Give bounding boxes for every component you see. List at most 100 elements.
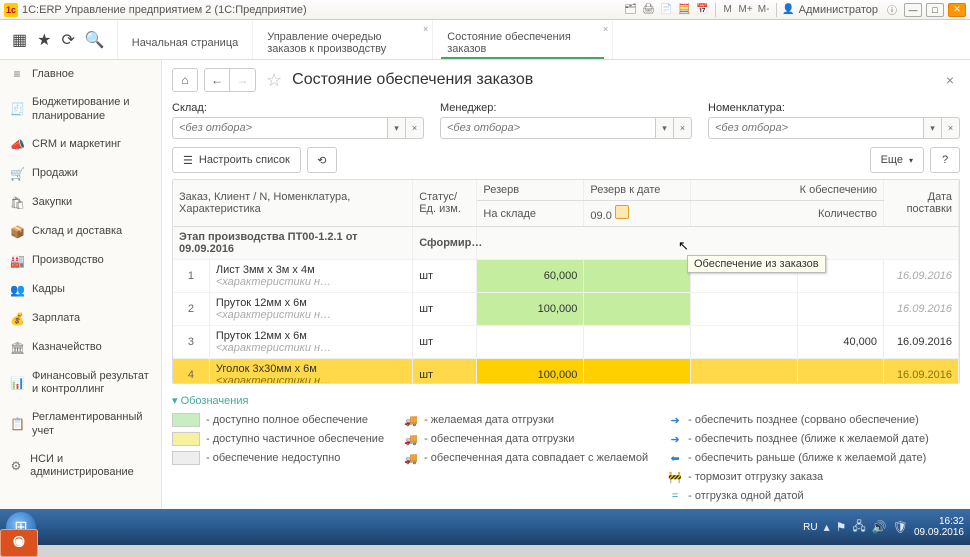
page-close-button[interactable]: ×: [940, 70, 960, 90]
list-icon: ☰: [183, 154, 193, 167]
tray-net-icon[interactable]: 🖧: [852, 517, 865, 538]
nav-main[interactable]: ≡Главное: [0, 60, 161, 89]
tray-clock[interactable]: 16:3209.09.2016: [914, 516, 964, 538]
tray-flag-icon[interactable]: ⚑: [836, 520, 847, 534]
maximize-button[interactable]: □: [926, 3, 944, 17]
col-reserve-date[interactable]: Резерв к дате: [584, 180, 691, 201]
truck-icon: 🚚: [404, 432, 418, 446]
dropdown-icon[interactable]: ▾: [924, 117, 942, 139]
salary-icon: 💰: [10, 312, 24, 327]
swatch-yellow: [172, 432, 200, 446]
col-status[interactable]: Статус/Ед. изм.: [413, 180, 477, 227]
titlebar-tool-icon[interactable]: 🗂: [623, 2, 639, 18]
configure-list-button[interactable]: ☰Настроить список: [172, 147, 301, 173]
purchases-icon: 🛍: [10, 196, 24, 211]
col-delivery[interactable]: Дата поставки: [884, 180, 959, 227]
m-button[interactable]: M: [720, 2, 736, 18]
tray-vol-icon[interactable]: 🔊: [872, 520, 887, 534]
tabstrip-toolbox: ▦ ★ ⟳ 🔍: [0, 20, 118, 59]
star-icon[interactable]: ★: [37, 30, 51, 50]
clear-icon[interactable]: ×: [674, 117, 692, 139]
titlebar-tool-icon[interactable]: 🧮: [677, 2, 693, 18]
col-date[interactable]: 09.0: [590, 210, 611, 222]
filter-manager-label: Менеджер:: [440, 102, 692, 114]
table-stage-row[interactable]: Этап производства ПТ00-1.2.1 от 09.09.20…: [173, 227, 959, 260]
m-minus-button[interactable]: M-: [756, 2, 772, 18]
truck-icon: 🚚: [404, 413, 418, 427]
filter-warehouse-input[interactable]: [172, 117, 388, 139]
col-order[interactable]: Заказ, Клиент / N, Номенклатура, Характе…: [173, 180, 413, 227]
tab-state[interactable]: Состояние обеспечения заказов×: [433, 20, 613, 59]
truck-icon: 🚚: [404, 451, 418, 465]
minimize-button[interactable]: —: [904, 3, 922, 17]
taskbar-app-record[interactable]: ⏺: [0, 529, 38, 557]
col-reserve[interactable]: Резерв: [477, 180, 584, 201]
app-icon: 1c: [4, 3, 18, 17]
favorite-icon[interactable]: ☆: [266, 70, 282, 91]
nav-crm[interactable]: 📣CRM и маркетинг: [0, 131, 161, 160]
dropdown-icon[interactable]: ▾: [656, 117, 674, 139]
nav-salary[interactable]: 💰Зарплата: [0, 305, 161, 334]
col-in-stock[interactable]: На складе: [477, 201, 584, 227]
table-row-selected[interactable]: 4Уголок 3х30мм х 6м <характеристики н… ш…: [173, 359, 959, 385]
tab-close-icon[interactable]: ×: [603, 24, 608, 34]
refresh-button[interactable]: ⟲: [307, 147, 337, 173]
page-header: ⌂ ← → ☆ Состояние обеспечения заказов ×: [172, 68, 960, 92]
user-label[interactable]: Администратор: [799, 4, 878, 16]
grid-icon[interactable]: ▦: [12, 30, 27, 50]
forward-button[interactable]: →: [230, 68, 256, 92]
close-button[interactable]: ✕: [948, 3, 966, 17]
help-button[interactable]: ?: [930, 147, 960, 173]
gear-icon: ⚙: [10, 459, 22, 474]
titlebar-tool-icon[interactable]: 🖨: [641, 2, 657, 18]
home-button[interactable]: ⌂: [172, 68, 198, 92]
filter-item-input[interactable]: [708, 117, 924, 139]
history-icon[interactable]: ⟳: [61, 30, 74, 50]
sidebar: ≡Главное 🧾Бюджетирование и планирование …: [0, 60, 162, 509]
col-to-provide[interactable]: К обеспечению: [691, 180, 884, 201]
provide-icon: [615, 205, 629, 219]
nav-hr[interactable]: 👥Кадры: [0, 276, 161, 305]
dropdown-icon[interactable]: ▾: [388, 117, 406, 139]
filter-warehouse-label: Склад:: [172, 102, 424, 114]
nav-purchases[interactable]: 🛍Закупки: [0, 189, 161, 218]
nav-finance[interactable]: 📊Финансовый результат и контроллинг: [0, 363, 161, 405]
system-tray: RU ▴ ⚑ 🖧 🔊 🛡 16:3209.09.2016: [803, 516, 964, 538]
titlebar-tool-icon[interactable]: 📄: [659, 2, 675, 18]
tray-shield-icon[interactable]: 🛡: [893, 520, 908, 534]
table-row[interactable]: 2Пруток 12мм х 6м <характеристики н… шт …: [173, 293, 959, 326]
col-qty[interactable]: Количество: [691, 201, 884, 227]
clear-icon[interactable]: ×: [942, 117, 960, 139]
filter-manager-input[interactable]: [440, 117, 656, 139]
finance-icon: 📊: [10, 376, 24, 391]
arrow-right-icon: ➜: [668, 413, 682, 427]
nav-budget[interactable]: 🧾Бюджетирование и планирование: [0, 89, 161, 131]
list-toolbar: ☰Настроить список ⟲ Еще ▾ ?: [172, 147, 960, 173]
nav-sales[interactable]: 🛒Продажи: [0, 160, 161, 189]
back-button[interactable]: ←: [204, 68, 230, 92]
nav-admin[interactable]: ⚙НСИ и администрирование: [0, 446, 161, 488]
nav-treasury[interactable]: 🏛Казначейство: [0, 334, 161, 363]
tab-queue[interactable]: Управление очередью заказов к производст…: [253, 20, 433, 59]
info-icon[interactable]: ⓘ: [884, 2, 900, 18]
legend-title[interactable]: Обозначения: [172, 394, 960, 407]
clear-icon[interactable]: ×: [406, 117, 424, 139]
production-icon: 🏭: [10, 254, 24, 269]
titlebar-tools: 🗂 🖨 📄 🧮 📅 M M+ M- 👤 Администратор ⓘ — □ …: [623, 2, 966, 18]
m-plus-button[interactable]: M+: [738, 2, 754, 18]
titlebar-tool-icon[interactable]: 📅: [695, 2, 711, 18]
swatch-none: [172, 451, 200, 465]
nav-warehouse[interactable]: 📦Склад и доставка: [0, 218, 161, 247]
tray-lang[interactable]: RU: [803, 522, 817, 533]
table-row[interactable]: 1Лист 3мм х 3м х 4м <характеристики н… ш…: [173, 260, 959, 293]
tab-start[interactable]: Начальная страница: [118, 20, 253, 59]
table-row[interactable]: 3Пруток 12мм х 6м <характеристики н… шт …: [173, 326, 959, 359]
tab-strip: ▦ ★ ⟳ 🔍 Начальная страница Управление оч…: [0, 20, 970, 60]
tooltip: Обеспечение из заказов: [687, 255, 826, 273]
tab-close-icon[interactable]: ×: [423, 24, 428, 34]
nav-regulated[interactable]: 📋Регламентированный учет: [0, 404, 161, 446]
nav-production[interactable]: 🏭Производство: [0, 247, 161, 276]
search-icon[interactable]: 🔍: [85, 30, 105, 50]
tray-arrow-icon[interactable]: ▴: [824, 520, 830, 534]
more-button[interactable]: Еще ▾: [870, 147, 924, 173]
